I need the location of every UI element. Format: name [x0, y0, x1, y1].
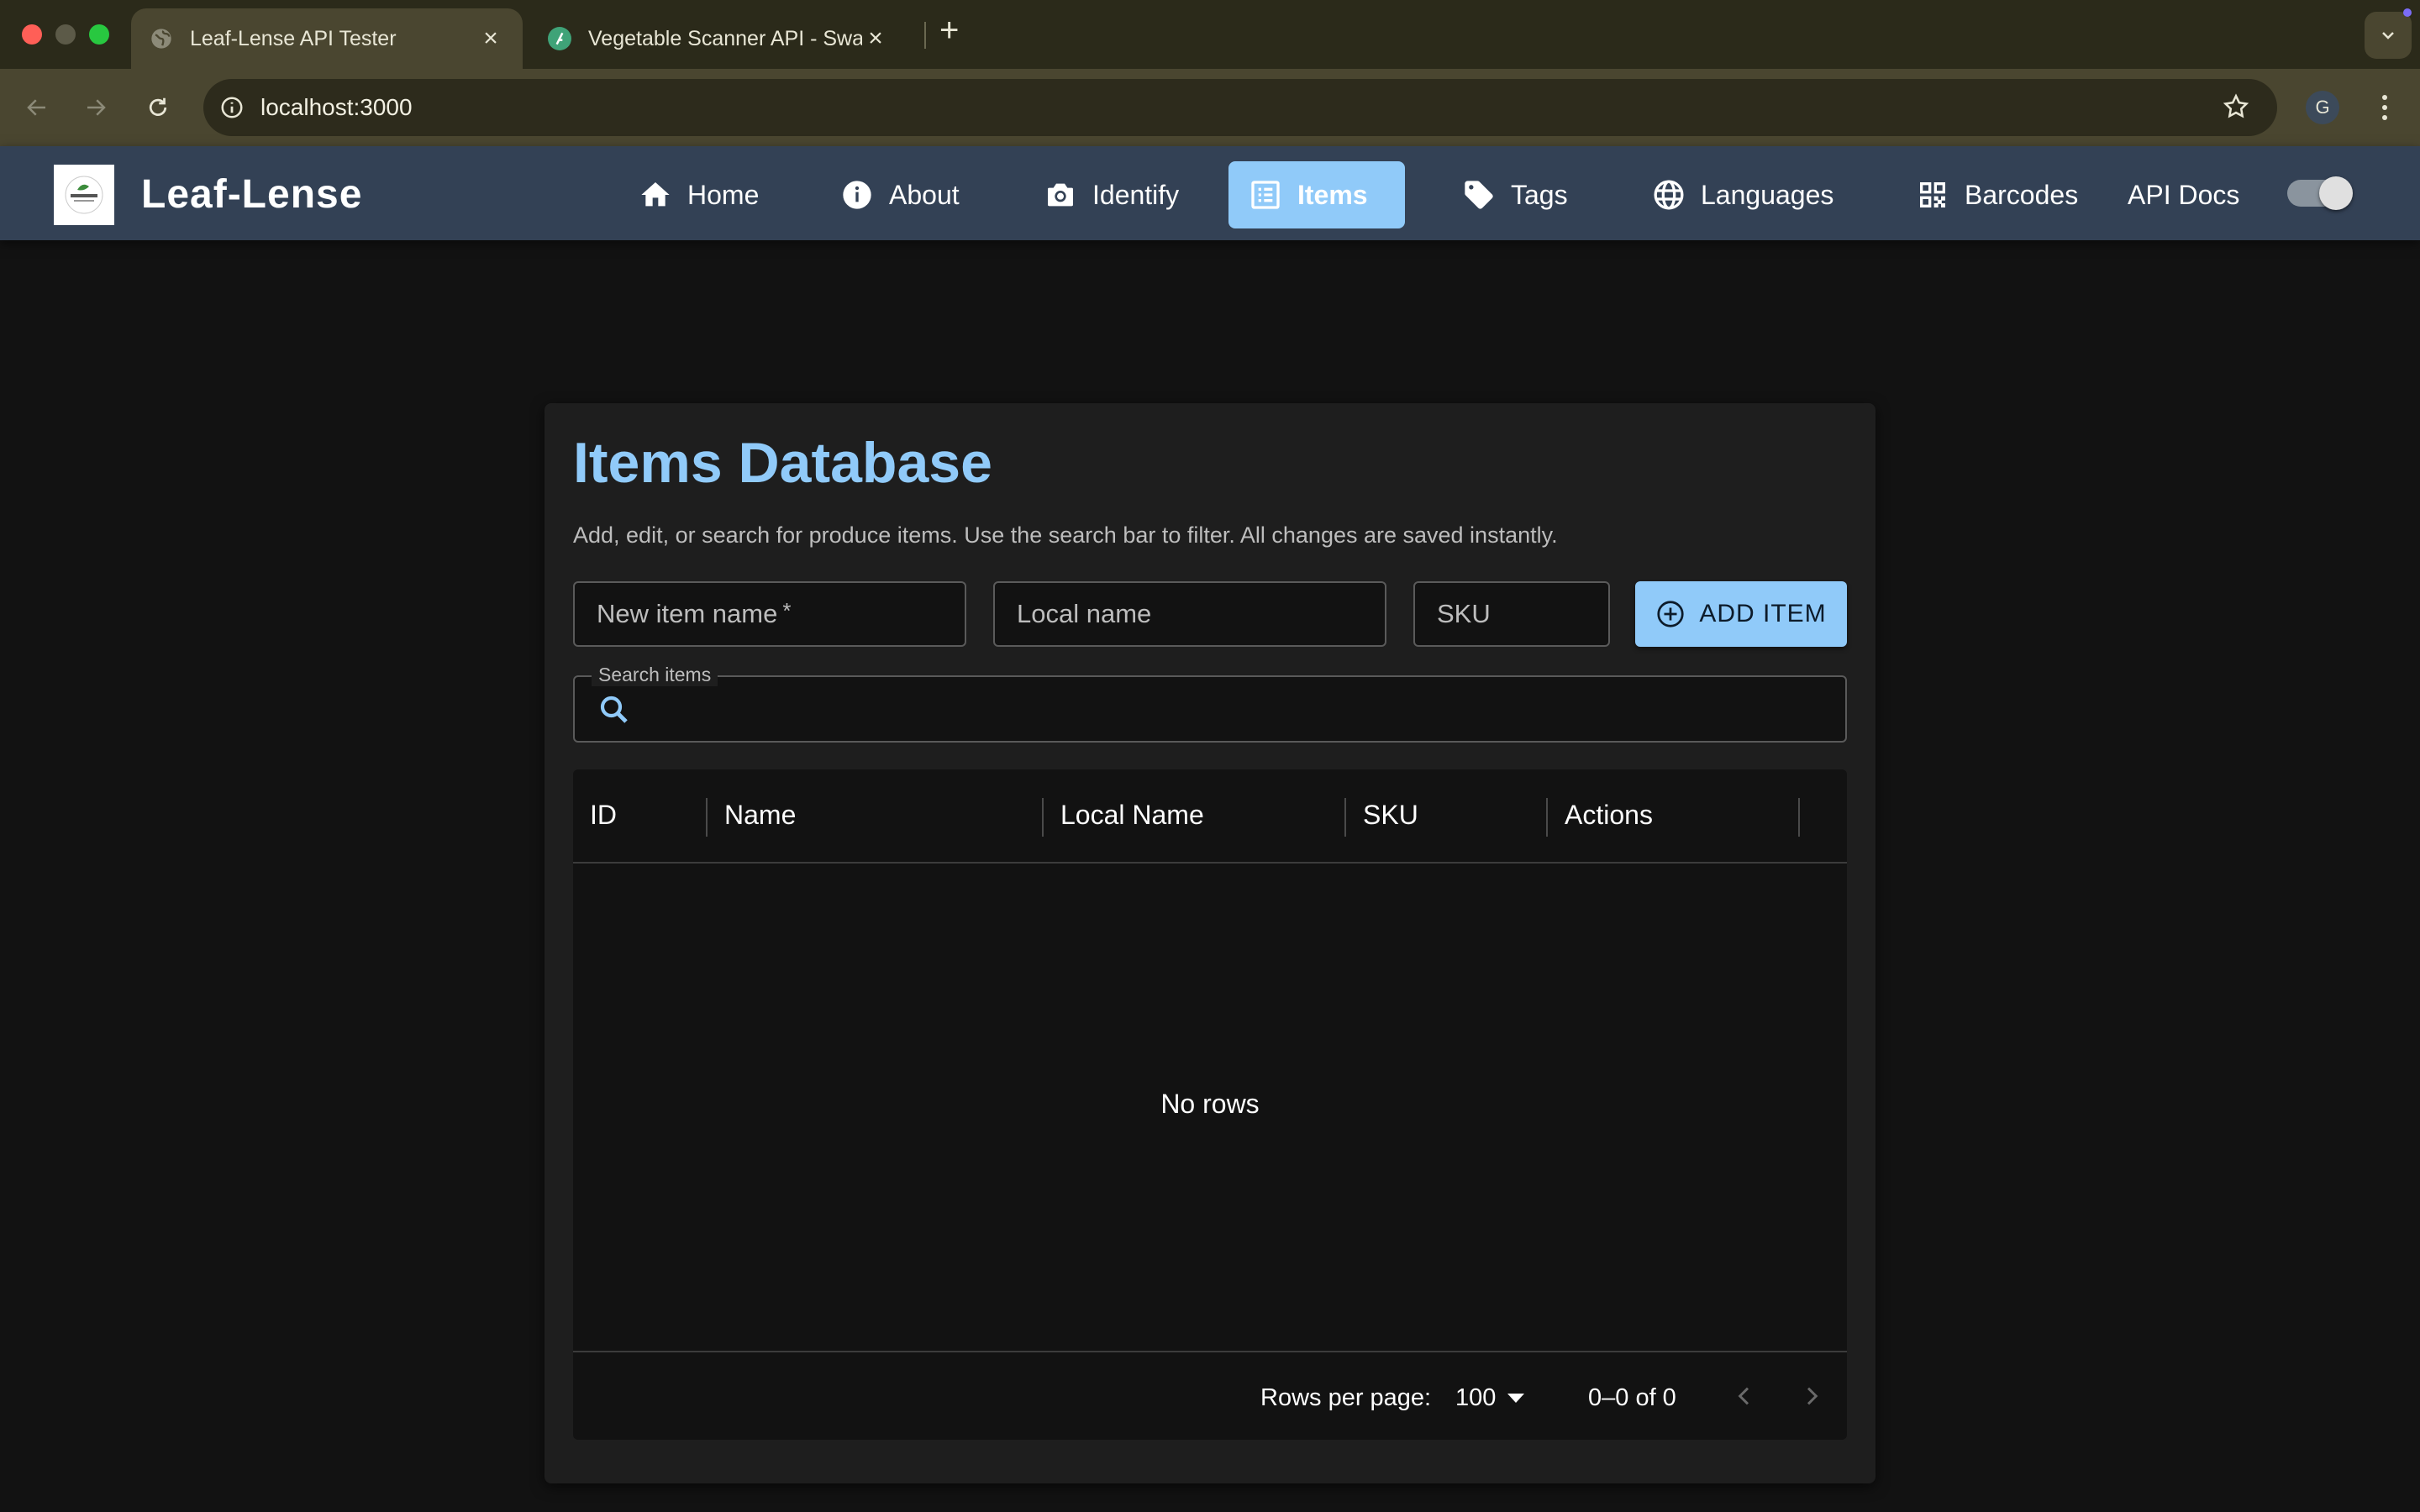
new-item-name-field[interactable]: New item name *: [573, 581, 966, 647]
add-item-label: ADD ITEM: [1699, 600, 1827, 627]
qr-code-icon: [1914, 176, 1951, 213]
nav-api-docs[interactable]: API Docs: [2109, 161, 2258, 228]
browser-tab-leaf-lense[interactable]: Leaf-Lense API Tester ×: [131, 8, 523, 69]
column-separator[interactable]: [1042, 798, 1044, 837]
search-items-field[interactable]: Search items: [573, 664, 1847, 743]
chevron-left-icon: [1738, 1387, 1749, 1405]
previous-page-button[interactable]: [1731, 1383, 1758, 1414]
chevron-right-icon: [1807, 1387, 1818, 1405]
tab-search-button[interactable]: [2365, 12, 2412, 59]
tab-title: Vegetable Scanner API - Swa: [588, 26, 862, 50]
forward-button[interactable]: [77, 89, 114, 126]
tab-title: Leaf-Lense API Tester: [190, 26, 397, 50]
globe-icon: [1650, 176, 1687, 213]
window-minimize-button[interactable]: [55, 24, 76, 45]
bookmark-star-icon[interactable]: [2222, 92, 2250, 125]
sku-placeholder: SKU: [1437, 599, 1491, 628]
nav-about[interactable]: About: [820, 161, 978, 228]
rows-per-page-value: 100: [1455, 1384, 1497, 1411]
new-item-name-placeholder: New item name: [597, 599, 778, 628]
window-close-button[interactable]: [22, 24, 42, 45]
no-rows-message: No rows: [1160, 1089, 1260, 1119]
nav-identify[interactable]: Identify: [1023, 161, 1197, 228]
grid-header: ID Name Local Name SKU Actions: [573, 769, 1847, 864]
close-tab-icon[interactable]: ×: [862, 24, 889, 53]
nav-label: About: [889, 179, 960, 210]
sku-field[interactable]: SKU: [1413, 581, 1610, 647]
column-header-sku[interactable]: SKU: [1363, 800, 1418, 831]
column-separator[interactable]: [1344, 798, 1346, 837]
back-button[interactable]: [18, 89, 55, 126]
column-header-name[interactable]: Name: [724, 800, 796, 831]
column-header-local-name[interactable]: Local Name: [1060, 800, 1204, 831]
column-header-actions[interactable]: Actions: [1565, 800, 1653, 831]
globe-icon: [150, 27, 173, 50]
nav-label: Tags: [1511, 179, 1568, 210]
window-maximize-button[interactable]: [89, 24, 109, 45]
page-title: Items Database: [573, 431, 992, 495]
reload-button[interactable]: [139, 89, 176, 126]
notification-dot: [2403, 8, 2412, 17]
nav-items[interactable]: Items: [1228, 161, 1405, 228]
new-tab-button[interactable]: +: [939, 12, 959, 50]
profile-avatar[interactable]: G: [2306, 91, 2339, 124]
search-label: Search items: [592, 664, 718, 686]
local-name-placeholder: Local name: [1017, 599, 1152, 628]
browser-tab-vegetable-scanner[interactable]: Vegetable Scanner API - Swa ×: [529, 8, 908, 69]
close-tab-icon[interactable]: ×: [477, 24, 504, 53]
rows-per-page-select[interactable]: 100: [1455, 1384, 1525, 1412]
required-mark: *: [782, 597, 792, 623]
column-separator[interactable]: [1546, 798, 1548, 837]
toggle-thumb: [2319, 176, 2353, 210]
add-item-button[interactable]: ADD ITEM: [1635, 581, 1847, 647]
nav-tags[interactable]: Tags: [1442, 161, 1586, 228]
items-card: Items Database Add, edit, or search for …: [544, 403, 1876, 1483]
column-header-id[interactable]: ID: [590, 800, 617, 831]
brand-name[interactable]: Leaf-Lense: [141, 171, 362, 218]
nav-label: Languages: [1701, 179, 1834, 210]
browser-tab-strip: Leaf-Lense API Tester × Vegetable Scanne…: [0, 0, 2420, 69]
camera-icon: [1042, 176, 1079, 213]
nav-label: Items: [1297, 179, 1368, 210]
home-icon: [637, 176, 674, 213]
site-info-icon[interactable]: [217, 92, 247, 123]
add-circle-icon: [1655, 599, 1686, 629]
list-icon: [1247, 176, 1284, 213]
nav-languages[interactable]: Languages: [1632, 161, 1852, 228]
page-subtitle: Add, edit, or search for produce items. …: [573, 522, 1558, 548]
column-separator[interactable]: [1798, 798, 1800, 837]
info-icon: [839, 176, 876, 213]
next-page-button[interactable]: [1798, 1383, 1825, 1414]
nav-label: Barcodes: [1965, 179, 2079, 210]
reload-icon: [149, 97, 167, 116]
url-text: localhost:3000: [260, 94, 413, 120]
nav-barcodes[interactable]: Barcodes: [1896, 161, 2096, 228]
nav-label: Identify: [1092, 179, 1180, 210]
app-bar: Leaf-Lense Home About Identify Items Tag…: [0, 146, 2420, 240]
pagination-range: 0–0 of 0: [1588, 1384, 1676, 1411]
nav-label: API Docs: [2128, 179, 2240, 210]
arrow-right-icon: [87, 99, 106, 116]
local-name-field[interactable]: Local name: [993, 581, 1386, 647]
swagger-icon: [548, 27, 571, 50]
tag-icon: [1460, 176, 1497, 213]
nav-label: Home: [687, 179, 760, 210]
leaf-lense-logo[interactable]: [54, 165, 114, 225]
arrow-left-icon: [27, 99, 45, 116]
browser-toolbar: localhost:3000 G: [0, 69, 2420, 146]
grid-footer: Rows per page: 100 0–0 of 0: [573, 1351, 1847, 1441]
rows-per-page-label: Rows per page:: [1260, 1384, 1432, 1411]
column-separator[interactable]: [706, 798, 708, 837]
caret-down-icon: [1507, 1393, 1525, 1403]
address-bar[interactable]: localhost:3000: [203, 79, 2277, 136]
browser-menu-icon[interactable]: [2370, 87, 2400, 128]
tab-divider: [924, 22, 926, 49]
search-icon: [597, 692, 632, 732]
chevron-down-icon: [2382, 32, 2394, 39]
nav-home[interactable]: Home: [618, 161, 777, 228]
items-data-grid: ID Name Local Name SKU Actions No rows R…: [573, 769, 1847, 1440]
